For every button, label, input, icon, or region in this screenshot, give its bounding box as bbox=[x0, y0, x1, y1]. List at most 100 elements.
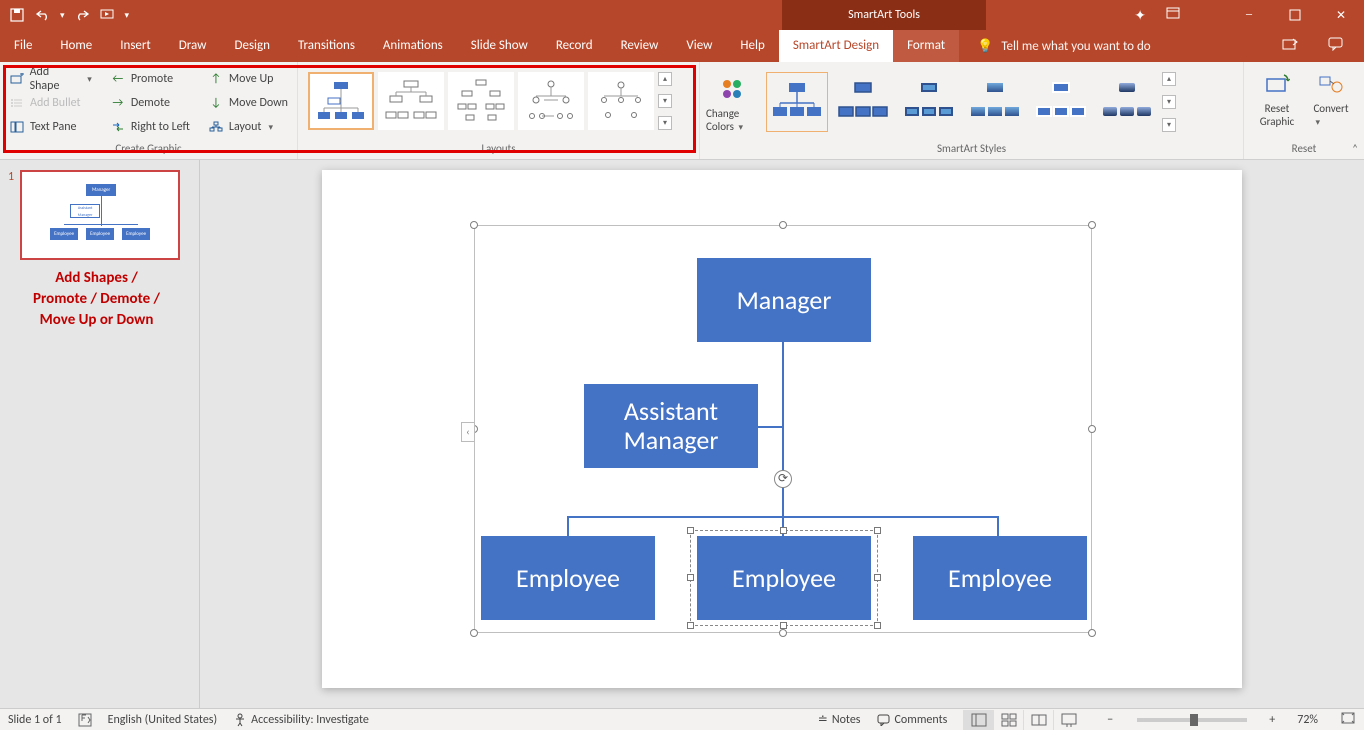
change-colors-button[interactable]: Change Colors ▾ bbox=[706, 66, 762, 138]
resize-handle-br[interactable] bbox=[1088, 629, 1096, 637]
sel-handle[interactable] bbox=[874, 527, 881, 534]
tab-slideshow[interactable]: Slide Show bbox=[457, 30, 542, 62]
share-icon[interactable] bbox=[1282, 37, 1298, 56]
reset-graphic-button[interactable]: Reset Graphic bbox=[1250, 66, 1304, 128]
styles-down-icon[interactable]: ▾ bbox=[1162, 95, 1176, 109]
tab-design[interactable]: Design bbox=[220, 30, 283, 62]
collapse-ribbon-icon[interactable]: ˄ bbox=[1352, 142, 1358, 155]
demote-button[interactable]: →Demote bbox=[107, 92, 193, 114]
layout-button[interactable]: Layout▾ bbox=[205, 116, 291, 138]
tab-file[interactable]: File bbox=[0, 30, 46, 62]
move-up-button[interactable]: ↑Move Up bbox=[205, 68, 291, 90]
tell-me-search[interactable]: 💡 Tell me what you want to do bbox=[959, 39, 1282, 54]
gallery-more-icon[interactable]: ▾ bbox=[658, 116, 672, 130]
promote-button[interactable]: ←Promote bbox=[107, 68, 193, 90]
smartart-node-assistant[interactable]: Assistant Manager bbox=[584, 384, 758, 468]
sel-handle[interactable] bbox=[874, 574, 881, 581]
normal-view-button[interactable] bbox=[963, 710, 993, 730]
resize-handle-bl[interactable] bbox=[470, 629, 478, 637]
style-thumb-4[interactable] bbox=[964, 72, 1026, 132]
fit-to-window-button[interactable] bbox=[1340, 711, 1356, 729]
right-to-left-button[interactable]: Right to Left bbox=[107, 116, 193, 138]
tab-view[interactable]: View bbox=[672, 30, 726, 62]
close-button[interactable]: ✕ bbox=[1318, 0, 1364, 30]
status-language[interactable]: English (United States) bbox=[108, 713, 218, 727]
tab-insert[interactable]: Insert bbox=[106, 30, 165, 62]
layout-thumb-1[interactable] bbox=[308, 72, 374, 130]
add-shape-button[interactable]: Add Shape▾ bbox=[6, 68, 95, 90]
start-from-beginning-icon[interactable] bbox=[99, 6, 117, 24]
reading-view-button[interactable] bbox=[1023, 710, 1053, 730]
resize-handle-tl[interactable] bbox=[470, 221, 478, 229]
tab-help[interactable]: Help bbox=[726, 30, 778, 62]
maximize-button[interactable] bbox=[1272, 0, 1318, 30]
resize-handle-bm[interactable] bbox=[779, 629, 787, 637]
minimize-button[interactable]: ─ bbox=[1226, 0, 1272, 30]
zoom-slider[interactable] bbox=[1137, 718, 1247, 722]
sel-handle[interactable] bbox=[874, 622, 881, 629]
promote-label: Promote bbox=[131, 72, 173, 86]
style-thumb-2[interactable] bbox=[832, 72, 894, 132]
layout-thumb-3[interactable] bbox=[448, 72, 514, 130]
slide-sorter-button[interactable] bbox=[993, 710, 1023, 730]
save-icon[interactable] bbox=[8, 6, 26, 24]
text-pane-toggle-icon[interactable]: ‹ bbox=[461, 422, 475, 442]
text-pane-button[interactable]: Text Pane bbox=[6, 116, 95, 138]
slideshow-view-button[interactable] bbox=[1053, 710, 1083, 730]
smartart-node-emp3[interactable]: Employee bbox=[913, 536, 1087, 620]
resize-handle-tm[interactable] bbox=[779, 221, 787, 229]
slide-thumbnail-panel: 1 Manager Assistant Manager Employee Emp… bbox=[0, 160, 200, 708]
quick-access-toolbar: ▾ ▾ bbox=[0, 6, 129, 24]
tab-format[interactable]: Format bbox=[893, 30, 959, 62]
tab-record[interactable]: Record bbox=[542, 30, 607, 62]
undo-icon[interactable] bbox=[34, 6, 52, 24]
comments-button[interactable]: Comments bbox=[877, 713, 948, 727]
sel-handle[interactable] bbox=[687, 574, 694, 581]
notes-button[interactable]: ≐ Notes bbox=[818, 712, 861, 727]
move-down-button[interactable]: ↓Move Down bbox=[205, 92, 291, 114]
tab-review[interactable]: Review bbox=[607, 30, 673, 62]
styles-more-icon[interactable]: ▾ bbox=[1162, 118, 1176, 132]
redo-icon[interactable] bbox=[73, 6, 91, 24]
comments-icon[interactable] bbox=[1328, 37, 1344, 56]
zoom-level[interactable]: 72% bbox=[1291, 713, 1324, 727]
resize-handle-tr[interactable] bbox=[1088, 221, 1096, 229]
tab-animations[interactable]: Animations bbox=[369, 30, 457, 62]
style-thumb-6[interactable] bbox=[1096, 72, 1158, 132]
smartart-container[interactable]: ‹ Manager Assistant Manager Employee Emp… bbox=[474, 225, 1092, 633]
slide-canvas-area[interactable]: ‹ Manager Assistant Manager Employee Emp… bbox=[200, 160, 1364, 708]
sel-handle[interactable] bbox=[780, 527, 787, 534]
resize-handle-mr[interactable] bbox=[1088, 425, 1096, 433]
spellcheck-icon[interactable] bbox=[78, 713, 92, 727]
gallery-up-icon[interactable]: ▴ bbox=[658, 72, 672, 86]
display-options-icon[interactable] bbox=[1166, 7, 1180, 23]
slide-thumbnail-1[interactable]: Manager Assistant Manager Employee Emplo… bbox=[20, 170, 180, 260]
sel-handle[interactable] bbox=[687, 622, 694, 629]
gallery-down-icon[interactable]: ▾ bbox=[658, 94, 672, 108]
layout-thumb-2[interactable] bbox=[378, 72, 444, 130]
tab-transitions[interactable]: Transitions bbox=[284, 30, 369, 62]
layout-thumb-5[interactable] bbox=[588, 72, 654, 130]
slide-1[interactable]: ‹ Manager Assistant Manager Employee Emp… bbox=[322, 170, 1242, 688]
styles-up-icon[interactable]: ▴ bbox=[1162, 72, 1176, 86]
sel-handle[interactable] bbox=[687, 527, 694, 534]
sel-handle[interactable] bbox=[780, 622, 787, 629]
zoom-out-button[interactable]: − bbox=[1099, 713, 1115, 727]
magic-icon[interactable]: ✦ bbox=[1134, 7, 1146, 24]
thumb-emp3: Employee bbox=[122, 228, 150, 240]
group-reset: Reset Graphic Convert▾ Reset bbox=[1244, 62, 1364, 159]
zoom-slider-thumb[interactable] bbox=[1190, 714, 1198, 726]
rotate-handle-icon[interactable]: ⟳ bbox=[774, 470, 792, 488]
tab-home[interactable]: Home bbox=[46, 30, 106, 62]
style-thumb-3[interactable] bbox=[898, 72, 960, 132]
smartart-node-emp1[interactable]: Employee bbox=[481, 536, 655, 620]
zoom-in-button[interactable]: + bbox=[1269, 713, 1275, 727]
style-thumb-1[interactable] bbox=[766, 72, 828, 132]
accessibility-button[interactable]: Accessibility: Investigate bbox=[233, 713, 369, 727]
layout-thumb-4[interactable] bbox=[518, 72, 584, 130]
tab-smartart-design[interactable]: SmartArt Design bbox=[779, 30, 893, 62]
smartart-node-manager[interactable]: Manager bbox=[697, 258, 871, 342]
style-thumb-5[interactable] bbox=[1030, 72, 1092, 132]
tab-draw[interactable]: Draw bbox=[165, 30, 221, 62]
convert-button[interactable]: Convert▾ bbox=[1304, 66, 1358, 128]
